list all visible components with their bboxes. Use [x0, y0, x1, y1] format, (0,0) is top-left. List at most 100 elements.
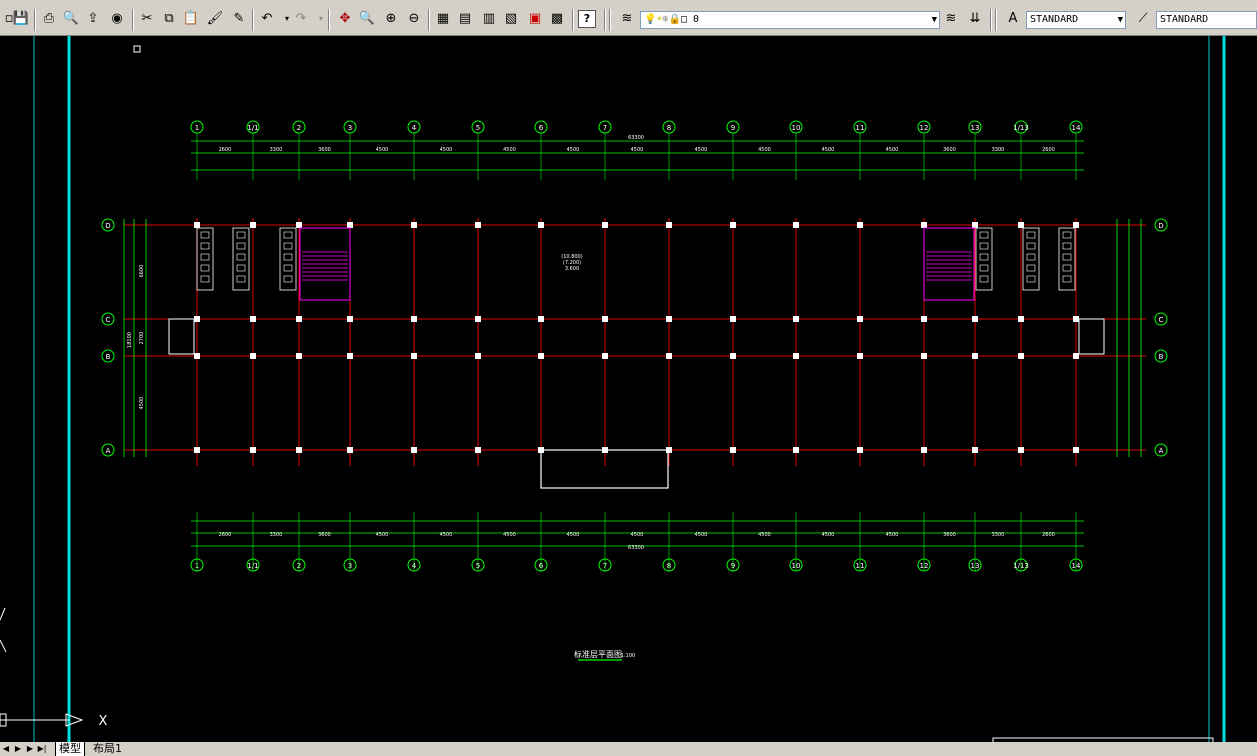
bay-dimension-top: 4500	[631, 147, 644, 153]
3d-dwf-icon[interactable]: ◉	[108, 10, 126, 28]
lock-icon: 🔒	[668, 14, 681, 25]
axis-bubble-label: 10	[792, 124, 801, 132]
column-marker	[1018, 316, 1024, 322]
column-marker	[411, 222, 417, 228]
design-center-icon[interactable]: ▤	[456, 10, 474, 28]
chevron-down-icon[interactable]: ▼	[1118, 12, 1123, 28]
toilet-stall	[975, 227, 993, 291]
column-marker	[730, 222, 736, 228]
column-marker	[411, 447, 417, 453]
ucs-y-hint	[0, 607, 6, 621]
toilet-fixture	[283, 242, 293, 250]
bay-dimension-bottom: 4500	[440, 532, 453, 538]
text-style-icon[interactable]: A	[1004, 10, 1022, 28]
calculator-icon[interactable]: ▩	[548, 10, 566, 28]
cut-icon[interactable]: ✂	[138, 10, 156, 28]
layer-manager-icon[interactable]: ≋	[618, 10, 636, 28]
match-properties-icon[interactable]: 🖌	[206, 10, 224, 28]
drawing-scale: 1:100	[621, 653, 635, 659]
copy-icon[interactable]: ⧉	[160, 10, 178, 28]
bay-dimension-top: 4500	[440, 147, 453, 153]
chevron-down-icon[interactable]: ▼	[932, 12, 937, 28]
axis-bubble-label: 2	[297, 124, 301, 132]
make-object-layer-current-icon[interactable]: ≋	[942, 10, 960, 28]
column-marker	[793, 447, 799, 453]
column-marker	[475, 353, 481, 359]
tab-layout1[interactable]: 布局1	[90, 742, 125, 756]
prev-tab-icon[interactable]: ▶	[12, 743, 24, 755]
save-icon[interactable]: 💾	[12, 10, 30, 28]
column-marker	[347, 316, 353, 322]
dim-style-icon[interactable]: ⟋	[1134, 10, 1152, 28]
axis-bubble-label: 12	[920, 124, 929, 132]
column-marker	[1073, 353, 1079, 359]
entrance-left	[168, 318, 195, 355]
dim-style-combo[interactable]: STANDARD	[1156, 11, 1257, 29]
next-tab-icon[interactable]: ▶	[24, 743, 36, 755]
zoom-window-icon[interactable]: ⊕	[382, 10, 400, 28]
drawing-title: 标准层平面图	[574, 649, 622, 659]
toilet-fixture	[200, 275, 210, 283]
toilet-fixture	[1026, 275, 1036, 283]
bay-dimension-bottom: 2600	[219, 532, 232, 538]
axis-bubble-label: 14	[1072, 124, 1081, 132]
last-tab-icon[interactable]: ▶|	[36, 743, 48, 755]
bay-dimension-top: 4500	[695, 147, 708, 153]
block-editor-icon[interactable]: ✎	[230, 10, 248, 28]
total-dimension-top: 63300	[628, 135, 644, 141]
column-marker	[730, 353, 736, 359]
column-marker	[538, 353, 544, 359]
markup-icon[interactable]: ▣	[526, 10, 544, 28]
tab-model[interactable]: 模型	[55, 742, 85, 756]
toilet-fixture	[1026, 231, 1036, 239]
column-marker	[475, 316, 481, 322]
toilet-fixture	[1026, 253, 1036, 261]
column-marker	[1018, 222, 1024, 228]
toolbar-separator	[604, 9, 606, 31]
toilet-fixture	[979, 253, 989, 261]
column-marker	[538, 222, 544, 228]
bay-dimension-top: 3600	[943, 147, 956, 153]
grip-square	[133, 45, 141, 53]
bay-dimension-top: 2600	[219, 147, 232, 153]
toolbar-separator	[328, 9, 330, 31]
text-style-value: STANDARD	[1030, 14, 1079, 25]
first-tab-icon[interactable]: ◀	[0, 743, 12, 755]
toolbar-separator	[995, 9, 997, 31]
axis-bubble-label: 3	[348, 124, 352, 132]
column-marker	[793, 353, 799, 359]
zoom-realtime-icon[interactable]: 🔍	[358, 10, 376, 28]
paste-icon[interactable]: 📋	[182, 10, 200, 28]
pan-icon[interactable]: ✥	[336, 10, 354, 28]
toilet-stall	[279, 227, 297, 291]
axis-bubble-label: 13	[971, 124, 980, 132]
layer-previous-icon[interactable]: ⇊	[966, 10, 984, 28]
properties-icon[interactable]: ▦	[434, 10, 452, 28]
bay-dimension-top: 4500	[567, 147, 580, 153]
drawing-canvas[interactable]: 111/11/122334455667788991010111112121313…	[0, 36, 1257, 742]
help-icon[interactable]: ?	[578, 10, 596, 28]
tool-palettes-icon[interactable]: ▥	[480, 10, 498, 28]
publish-icon[interactable]: ⇪	[84, 10, 102, 28]
text-style-combo[interactable]: STANDARD ▼	[1026, 11, 1126, 29]
bay-dimension-top: 3300	[270, 147, 283, 153]
column-marker	[793, 316, 799, 322]
zoom-previous-icon[interactable]: ⊖	[405, 10, 423, 28]
redo-icon[interactable]: ↷	[292, 10, 310, 28]
toilet-stall	[1058, 227, 1076, 291]
toilet-fixture	[1062, 264, 1072, 272]
column-marker	[972, 316, 978, 322]
column-marker	[666, 222, 672, 228]
sheet-set-icon[interactable]: ▧	[502, 10, 520, 28]
toilet-fixture	[236, 275, 246, 283]
column-marker	[296, 222, 302, 228]
layer-combo[interactable]: 💡☀❄🔒□ 0 ▼	[640, 11, 940, 29]
undo-icon[interactable]: ↶	[258, 10, 276, 28]
bay-dimension-bottom: 4500	[567, 532, 580, 538]
print-preview-icon[interactable]: 🔍	[62, 10, 80, 28]
axis-bubble-label: 6	[539, 124, 544, 132]
column-marker	[1018, 447, 1024, 453]
toilet-fixture	[236, 242, 246, 250]
print-icon[interactable]: ⎙	[40, 10, 58, 28]
axis-bubble-label: 5	[476, 124, 480, 132]
